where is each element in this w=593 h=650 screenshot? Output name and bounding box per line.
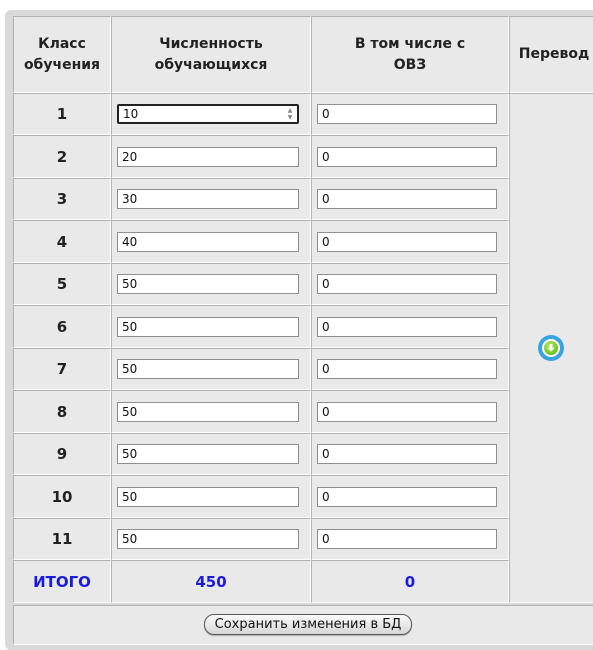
- ovz-count-input[interactable]: 0: [317, 274, 497, 294]
- ovz-count-value: 0: [322, 107, 330, 121]
- grade-label: 6: [56, 317, 68, 336]
- grade-cell: 9: [13, 433, 111, 475]
- grade-label: 8: [56, 402, 68, 421]
- header-ovz: В том числе с ОВЗ: [311, 16, 509, 93]
- student-count-input[interactable]: 50: [117, 359, 299, 379]
- student-count-value: 50: [122, 532, 138, 546]
- header-class-label: Класс обучения: [23, 35, 101, 73]
- student-count-input[interactable]: 50: [117, 402, 299, 422]
- grade-cell: 5: [13, 263, 111, 305]
- grade-label: 10: [51, 487, 73, 506]
- header-transfer: Перевод: [509, 16, 593, 93]
- student-count-input[interactable]: 20: [117, 147, 299, 167]
- ovz-count-value: 0: [322, 277, 330, 291]
- student-count-input[interactable]: 30: [117, 189, 299, 209]
- ovz-count-input[interactable]: 0: [317, 317, 497, 337]
- student-count-value: 30: [122, 192, 138, 206]
- students-table-panel: Класс обучения Численность обучающихся В…: [5, 10, 593, 650]
- grade-cell: 7: [13, 348, 111, 390]
- total-ovz: 0: [404, 572, 416, 591]
- header-ovz-label: В том числе с ОВЗ: [354, 35, 466, 73]
- ovz-count-value: 0: [322, 150, 330, 164]
- header-class: Класс обучения: [13, 16, 111, 93]
- save-to-db-button[interactable]: Сохранить изменения в БД: [204, 614, 412, 635]
- grade-cell: 3: [13, 178, 111, 220]
- total-label-cell: ИТОГО: [13, 560, 111, 603]
- header-count: Численность обучающихся: [111, 16, 311, 93]
- student-count-input[interactable]: 10 ▲ ▼: [117, 104, 299, 124]
- student-count-input[interactable]: 50: [117, 274, 299, 294]
- total-count-cell: 450: [111, 560, 311, 603]
- total-label: ИТОГО: [33, 572, 91, 591]
- grade-cell: 11: [13, 518, 111, 560]
- grade-cell: 6: [13, 305, 111, 348]
- ovz-count-input[interactable]: 0: [317, 104, 497, 124]
- ovz-count-input[interactable]: 0: [317, 444, 497, 464]
- ovz-count-value: 0: [322, 490, 330, 504]
- grade-label: 4: [56, 232, 68, 251]
- grade-cell: 4: [13, 220, 111, 263]
- student-count-input[interactable]: 50: [117, 487, 299, 507]
- grade-cell: 1: [13, 93, 111, 135]
- grade-label: 9: [56, 445, 68, 463]
- total-ovz-cell: 0: [311, 560, 509, 603]
- student-count-value: 50: [122, 490, 138, 504]
- student-count-input[interactable]: 50: [117, 317, 299, 337]
- ovz-count-value: 0: [322, 447, 330, 461]
- header-transfer-label: Перевод: [518, 46, 590, 62]
- student-count-value: 50: [122, 277, 138, 291]
- grade-label: 5: [56, 275, 68, 293]
- ovz-count-input[interactable]: 0: [317, 487, 497, 507]
- ovz-count-input[interactable]: 0: [317, 359, 497, 379]
- ovz-count-input[interactable]: 0: [317, 402, 497, 422]
- student-count-value: 50: [122, 362, 138, 376]
- ovz-count-input[interactable]: 0: [317, 232, 497, 252]
- student-count-value: 50: [122, 447, 138, 461]
- student-count-input[interactable]: 40: [117, 232, 299, 252]
- ovz-count-value: 0: [322, 362, 330, 376]
- ovz-count-value: 0: [322, 192, 330, 206]
- total-count: 450: [195, 572, 227, 591]
- grade-label: 2: [56, 147, 68, 166]
- grade-label: 11: [51, 530, 73, 548]
- ovz-count-value: 0: [322, 235, 330, 249]
- student-count-input[interactable]: 50: [117, 444, 299, 464]
- ovz-count-input[interactable]: 0: [317, 147, 497, 167]
- download-arrow-icon[interactable]: [538, 335, 564, 361]
- spinner-arrows-icon[interactable]: ▲ ▼: [286, 107, 294, 121]
- student-count-value: 50: [122, 320, 138, 334]
- student-count-value: 10: [123, 107, 139, 121]
- grade-cell: 10: [13, 475, 111, 518]
- ovz-count-input[interactable]: 0: [317, 189, 497, 209]
- student-count-input[interactable]: 50: [117, 529, 299, 549]
- grade-label: 7: [56, 360, 68, 378]
- ovz-count-value: 0: [322, 320, 330, 334]
- grade-cell: 2: [13, 135, 111, 178]
- student-count-value: 20: [122, 150, 138, 164]
- ovz-count-input[interactable]: 0: [317, 529, 497, 549]
- grade-label: 1: [56, 105, 68, 123]
- student-count-value: 40: [122, 235, 138, 249]
- header-count-label: Численность обучающихся: [154, 35, 268, 73]
- grade-cell: 8: [13, 390, 111, 433]
- student-count-value: 50: [122, 405, 138, 419]
- grade-label: 3: [56, 190, 68, 208]
- ovz-count-value: 0: [322, 405, 330, 419]
- ovz-count-value: 0: [322, 532, 330, 546]
